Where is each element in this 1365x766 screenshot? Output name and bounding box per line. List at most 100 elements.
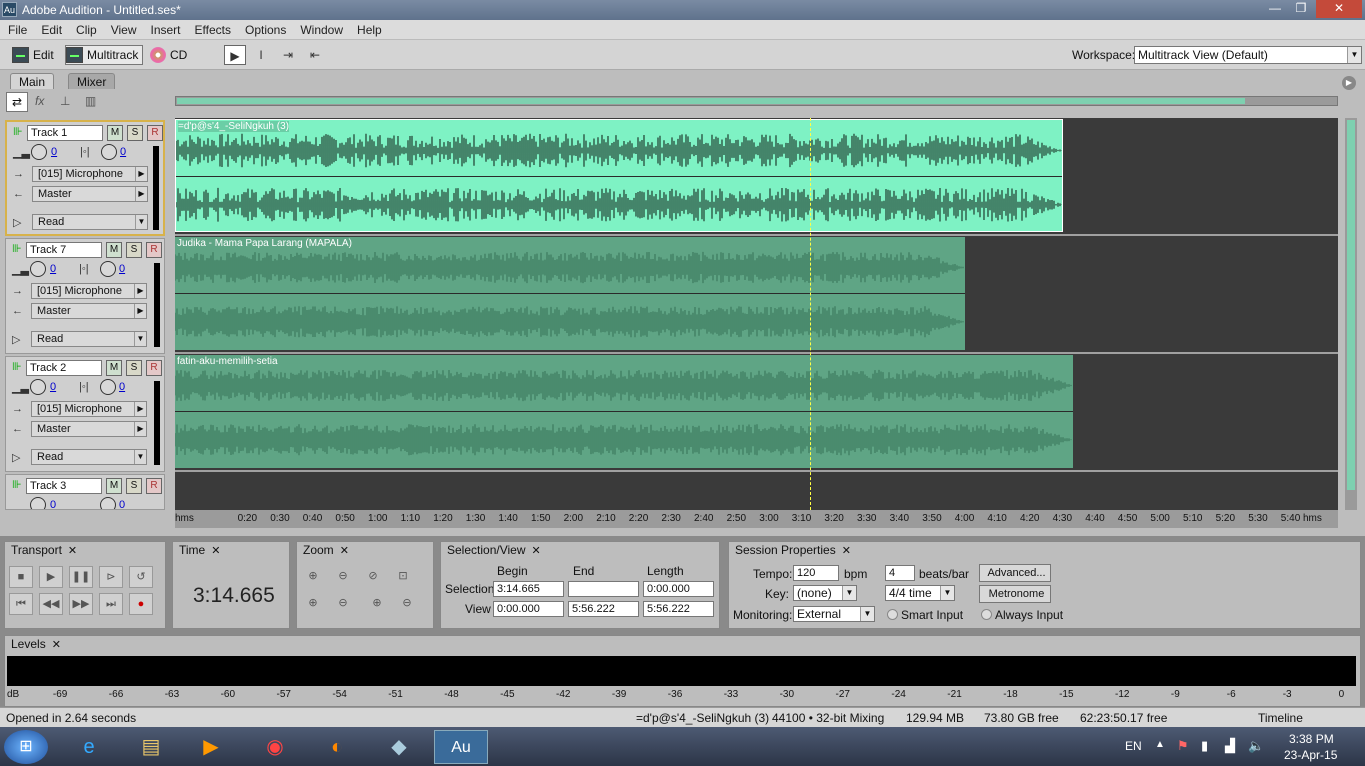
pan-value[interactable]: 0 <box>119 263 125 275</box>
volume-icon[interactable]: 🔈 <box>1248 738 1264 754</box>
clock-time[interactable]: 3:38 PM <box>1289 732 1334 746</box>
audio-clip[interactable]: =d'p@s'4_-SeliNgkuh (3) <box>175 119 1063 232</box>
playhead-cursor[interactable] <box>810 118 811 510</box>
network-icon[interactable]: ▟ <box>1225 738 1235 754</box>
show-hidden-icons-icon[interactable]: ▲ <box>1155 739 1165 750</box>
pan-knob[interactable] <box>100 497 116 509</box>
close-icon[interactable]: ✕ <box>68 545 77 557</box>
solo-button[interactable]: S <box>126 478 142 494</box>
power-icon[interactable]: ▮ <box>1201 738 1208 754</box>
pan-knob[interactable] <box>101 144 117 160</box>
automation-dropdown[interactable]: Read ▼ <box>31 331 147 347</box>
solo-button[interactable]: S <box>126 242 142 258</box>
selection-end-field[interactable] <box>568 581 639 597</box>
close-icon[interactable]: ✕ <box>211 545 220 557</box>
zoom-in-horizontal-icon[interactable]: ⊕ <box>301 566 325 588</box>
go-to-start-button[interactable]: ⏮ <box>9 593 33 615</box>
menu-edit[interactable]: Edit <box>33 20 68 37</box>
track-output-dropdown[interactable]: Master ▶ <box>31 303 147 319</box>
pan-value[interactable]: 0 <box>119 381 125 393</box>
inputs-outputs-icon[interactable]: ⇄ <box>6 92 28 112</box>
pan-knob[interactable] <box>100 261 116 277</box>
status-mode[interactable]: Timeline <box>1258 711 1303 725</box>
key-dropdown[interactable]: (none) ▼ <box>793 585 857 601</box>
lane-track-7[interactable]: Judika - Mama Papa Larang (MAPALA) <box>175 236 1338 354</box>
fast-forward-button[interactable]: ▶▶ <box>69 593 93 615</box>
scrub-tool-button[interactable]: ⇤ <box>304 45 326 65</box>
track-name-field[interactable]: Track 7 <box>26 242 102 258</box>
record-arm-button[interactable]: R <box>146 478 162 494</box>
menu-options[interactable]: Options <box>237 20 292 37</box>
media-player-icon[interactable]: ▶ <box>190 730 232 764</box>
zoom-in-vertical-icon[interactable]: ⊕ <box>365 593 389 615</box>
stop-button[interactable]: ■ <box>9 566 33 588</box>
sends-icon[interactable]: ⊥ <box>60 94 70 108</box>
audio-clip[interactable]: Judika - Mama Papa Larang (MAPALA) <box>175 237 965 350</box>
time-ruler[interactable]: hms 0:20 0:30 0:40 0:50 1:00 1:10 1:20 1:30 1:40 1… <box>175 510 1338 528</box>
automation-dropdown[interactable]: Read ▼ <box>32 214 148 230</box>
volume-value[interactable]: 0 <box>51 146 57 158</box>
view-begin-field[interactable]: 0:00.000 <box>493 601 564 617</box>
close-icon[interactable]: ✕ <box>842 545 851 557</box>
clock-date[interactable]: 23-Apr-15 <box>1284 748 1337 762</box>
chrome-icon[interactable]: ◉ <box>254 730 296 764</box>
maximize-button[interactable]: ❐ <box>1289 0 1313 18</box>
always-input-radio[interactable] <box>981 609 992 620</box>
view-length-field[interactable]: 5:56.222 <box>643 601 714 617</box>
track-input-dropdown[interactable]: [015] Microphone ▶ <box>31 401 147 417</box>
tab-mixer[interactable]: Mixer <box>68 73 116 89</box>
zoom-out-full-icon[interactable]: ⊘ <box>361 566 385 588</box>
track-input-dropdown[interactable]: [015] Microphone ▶ <box>32 166 148 182</box>
play-from-cursor-button[interactable]: ⊳ <box>99 566 123 588</box>
track-output-dropdown[interactable]: Master ▶ <box>32 186 148 202</box>
zoom-left-icon[interactable]: ⊕ <box>301 593 325 615</box>
record-arm-button[interactable]: R <box>146 360 162 376</box>
track-output-dropdown[interactable]: Master ▶ <box>31 421 147 437</box>
pan-knob[interactable] <box>100 379 116 395</box>
edit-view-button[interactable]: Edit <box>12 45 54 65</box>
volume-knob[interactable] <box>30 261 46 277</box>
hybrid-tool-button[interactable]: ⇥ <box>277 45 299 65</box>
metronome-button[interactable]: Metronome <box>979 585 1051 603</box>
move-tool-button[interactable]: ▶ <box>224 45 246 65</box>
panel-menu-icon[interactable]: ▶ <box>1342 76 1356 90</box>
pan-value[interactable]: 0 <box>119 499 125 509</box>
go-to-end-button[interactable]: ⏭ <box>99 593 123 615</box>
menu-view[interactable]: View <box>103 20 143 37</box>
track-name-field[interactable]: Track 1 <box>27 125 103 141</box>
volume-value[interactable]: 0 <box>50 263 56 275</box>
file-explorer-icon[interactable]: ▤ <box>130 730 172 764</box>
view-end-field[interactable]: 5:56.222 <box>568 601 639 617</box>
overview-bar[interactable] <box>175 96 1338 106</box>
record-arm-button[interactable]: R <box>147 125 163 141</box>
cd-view-button[interactable]: CD <box>150 45 187 65</box>
eq-icon[interactable]: ▥ <box>85 94 96 108</box>
volume-knob[interactable] <box>30 379 46 395</box>
effects-fx-icon[interactable]: fx <box>35 94 44 108</box>
internet-explorer-icon[interactable]: e <box>68 730 110 764</box>
workspace-dropdown[interactable]: Multitrack View (Default) ▼ <box>1134 46 1362 64</box>
tempo-field[interactable]: 120 <box>793 565 839 581</box>
pan-value[interactable]: 0 <box>120 146 126 158</box>
menu-window[interactable]: Window <box>292 20 349 37</box>
volume-knob[interactable] <box>30 497 46 509</box>
zoom-out-horizontal-icon[interactable]: ⊖ <box>331 566 355 588</box>
track-lanes[interactable]: =d'p@s'4_-SeliNgkuh (3) Judika - Mama Pa… <box>175 118 1338 510</box>
zoom-selection-icon[interactable]: ⊡ <box>391 566 415 588</box>
zoom-right-icon[interactable]: ⊖ <box>331 593 355 615</box>
automation-dropdown[interactable]: Read ▼ <box>31 449 147 465</box>
record-arm-button[interactable]: R <box>146 242 162 258</box>
advanced-button[interactable]: Advanced... <box>979 564 1051 582</box>
lane-track-3[interactable] <box>175 472 1338 510</box>
selection-length-field[interactable]: 0:00.000 <box>643 581 714 597</box>
pause-button[interactable]: ❚❚ <box>69 566 93 588</box>
close-icon[interactable]: ✕ <box>532 545 541 557</box>
record-button[interactable]: ● <box>129 593 153 615</box>
mute-button[interactable]: M <box>106 242 122 258</box>
volume-knob[interactable] <box>31 144 47 160</box>
time-selection-tool-button[interactable]: I <box>250 45 272 65</box>
expand-triangle-icon[interactable]: ▷ <box>13 216 21 229</box>
rewind-button[interactable]: ◀◀ <box>39 593 63 615</box>
monitoring-dropdown[interactable]: External ▼ <box>793 606 875 622</box>
lane-track-2[interactable]: fatin-aku-memilih-setia <box>175 354 1338 472</box>
